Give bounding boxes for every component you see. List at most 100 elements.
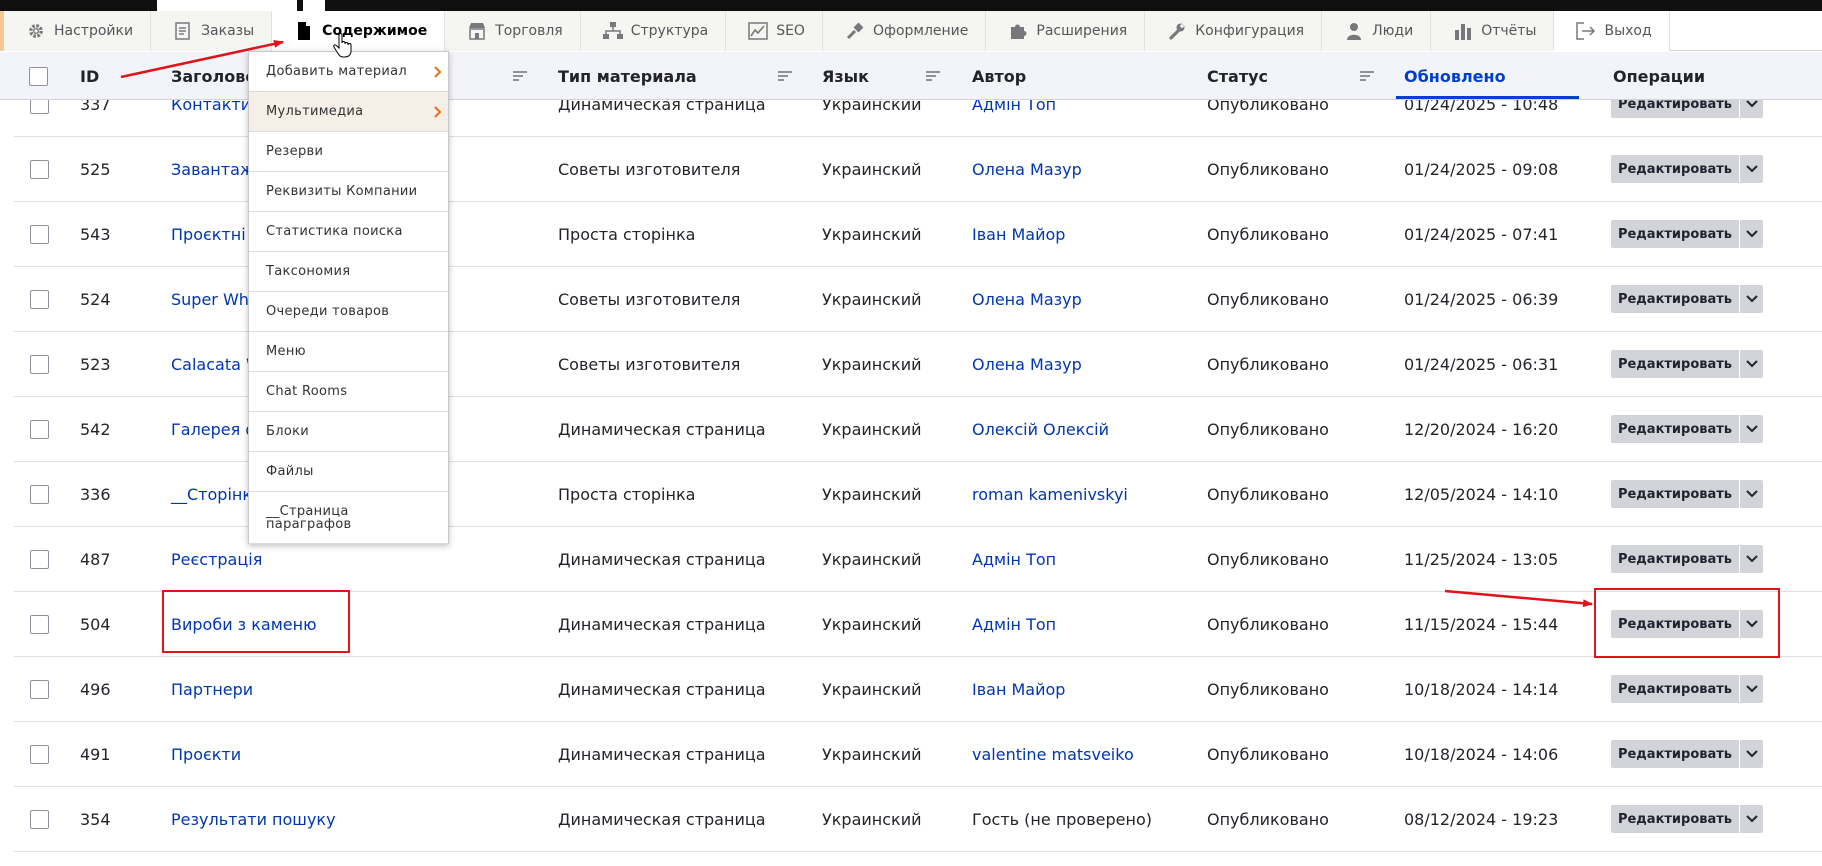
row-checkbox[interactable]: [30, 745, 49, 764]
column-header-language[interactable]: Язык: [822, 52, 940, 100]
menu-item[interactable]: Chat Rooms: [249, 372, 448, 412]
cell-status: Опубликовано: [1207, 809, 1329, 829]
cell-type: Проста сторінка: [558, 224, 696, 244]
operations-toggle[interactable]: [1739, 350, 1763, 378]
menu-item[interactable]: Мультимедиа: [249, 92, 448, 132]
cell-id: 354: [80, 809, 111, 829]
cell-title-link[interactable]: Результати пошуку: [171, 787, 336, 851]
cell-author[interactable]: Адмін Топ: [972, 527, 1056, 591]
cell-author[interactable]: Олексій Олексій: [972, 397, 1109, 461]
edit-button[interactable]: Редактировать: [1611, 220, 1739, 248]
select-all-checkbox[interactable]: [29, 67, 48, 86]
column-header-type[interactable]: Тип материала: [558, 52, 793, 100]
row-checkbox[interactable]: [30, 225, 49, 244]
toolbar-item-appearance[interactable]: Оформление: [822, 11, 987, 51]
operations-toggle[interactable]: [1739, 740, 1763, 768]
edit-button[interactable]: Редактировать: [1611, 415, 1739, 443]
cell-status: Опубликовано: [1207, 419, 1329, 439]
operations-toggle[interactable]: [1739, 285, 1763, 313]
toolbar-item-orders[interactable]: Заказы: [151, 11, 273, 51]
cell-author[interactable]: Олена Мазур: [972, 267, 1082, 331]
chevron-down-icon: [1745, 490, 1758, 498]
menu-item[interactable]: Реквизиты Компании: [249, 172, 448, 212]
operations-toggle[interactable]: [1739, 675, 1763, 703]
edit-button[interactable]: Редактировать: [1611, 155, 1739, 183]
sort-icon: [1360, 71, 1374, 81]
bar-chart-icon: [1453, 21, 1473, 41]
browser-tab[interactable]: [157, 0, 297, 11]
cell-title-link[interactable]: Проєктні з: [171, 202, 259, 266]
cell-title-link[interactable]: Партнери: [171, 657, 253, 721]
menu-item[interactable]: Меню: [249, 332, 448, 372]
column-header-updated[interactable]: Обновлено: [1404, 52, 1506, 100]
row-checkbox[interactable]: [30, 810, 49, 829]
cell-title-link[interactable]: Super Whit: [171, 267, 260, 331]
operations-toggle[interactable]: [1739, 545, 1763, 573]
menu-item-label: Резерви: [266, 144, 324, 159]
toolbar-item-settings[interactable]: Настройки: [4, 11, 152, 51]
toolbar-item-structure[interactable]: Структура: [580, 11, 727, 51]
operations-toggle[interactable]: [1739, 480, 1763, 508]
menu-item[interactable]: Добавить материал: [249, 52, 448, 92]
toolbar-item-reports[interactable]: Отчёты: [1431, 11, 1555, 51]
toolbar-item-label: SEO: [776, 23, 805, 39]
menu-item[interactable]: Блоки: [249, 412, 448, 452]
cell-author[interactable]: valentine matsveiko: [972, 722, 1134, 786]
chevron-right-icon: [434, 105, 442, 118]
edit-button[interactable]: Редактировать: [1611, 805, 1739, 833]
row-checkbox[interactable]: [30, 485, 49, 504]
window-top-strip: [0, 0, 1822, 11]
toolbar-item-seo[interactable]: SEO: [726, 11, 823, 51]
column-header-author[interactable]: Автор: [972, 52, 1026, 100]
edit-button[interactable]: Редактировать: [1611, 675, 1739, 703]
edit-button[interactable]: Редактировать: [1611, 285, 1739, 313]
operations-toggle[interactable]: [1739, 415, 1763, 443]
operations-toggle[interactable]: [1739, 155, 1763, 183]
toolbar-item-configuration[interactable]: Конфигурация: [1145, 11, 1323, 51]
menu-item[interactable]: Файлы: [249, 452, 448, 492]
cell-author[interactable]: Олена Мазур: [972, 137, 1082, 201]
column-header-label: Язык: [822, 66, 869, 86]
menu-item[interactable]: Таксономия: [249, 252, 448, 292]
cell-language: Украинский: [822, 744, 922, 764]
row-checkbox[interactable]: [30, 420, 49, 439]
table-row: 354 Результати пошуку Динамическая страниц…: [14, 787, 1822, 852]
menu-item[interactable]: Статистика поиска: [249, 212, 448, 252]
toolbar-item-extend[interactable]: Расширения: [986, 11, 1146, 51]
menu-item[interactable]: Очереди товаров: [249, 292, 448, 332]
column-header-operations: Операции: [1613, 52, 1705, 100]
row-checkbox[interactable]: [30, 355, 49, 374]
chevron-down-icon: [1745, 685, 1758, 693]
toolbar-item-commerce[interactable]: Торговля: [445, 11, 581, 51]
browser-tab[interactable]: [303, 0, 325, 11]
column-header-id[interactable]: ID: [80, 52, 99, 100]
chevron-down-icon: [1745, 815, 1758, 823]
operations-toggle[interactable]: [1739, 805, 1763, 833]
cell-author[interactable]: Адмін Топ: [972, 592, 1056, 656]
cell-author[interactable]: roman kamenivskyi: [972, 462, 1128, 526]
menu-item[interactable]: __Страница параграфов: [249, 492, 448, 544]
cell-author[interactable]: Олена Мазур: [972, 332, 1082, 396]
row-checkbox[interactable]: [30, 550, 49, 569]
column-header-status[interactable]: Статус: [1207, 52, 1374, 100]
operations-toggle[interactable]: [1739, 220, 1763, 248]
toolbar-item-logout[interactable]: Выход: [1554, 11, 1670, 51]
edit-button[interactable]: Редактировать: [1611, 480, 1739, 508]
edit-button[interactable]: Редактировать: [1611, 740, 1739, 768]
row-checkbox[interactable]: [30, 290, 49, 309]
edit-button[interactable]: Редактировать: [1611, 545, 1739, 573]
row-checkbox[interactable]: [30, 615, 49, 634]
cell-author[interactable]: Іван Майор: [972, 202, 1065, 266]
row-checkbox[interactable]: [30, 160, 49, 179]
edit-button[interactable]: Редактировать: [1611, 350, 1739, 378]
toolbar-item-label: Заказы: [201, 23, 255, 39]
chevron-down-icon: [1745, 295, 1758, 303]
toolbar-item-content[interactable]: Содержимое: [272, 11, 446, 51]
row-checkbox[interactable]: [30, 680, 49, 699]
menu-item[interactable]: Резерви: [249, 132, 448, 172]
cell-updated: 01/24/2025 - 06:39: [1404, 289, 1559, 309]
cell-type: Динамическая страница: [558, 679, 766, 699]
toolbar-item-people[interactable]: Люди: [1322, 11, 1432, 51]
cell-author[interactable]: Іван Майор: [972, 657, 1065, 721]
cell-title-link[interactable]: Проєкти: [171, 722, 241, 786]
